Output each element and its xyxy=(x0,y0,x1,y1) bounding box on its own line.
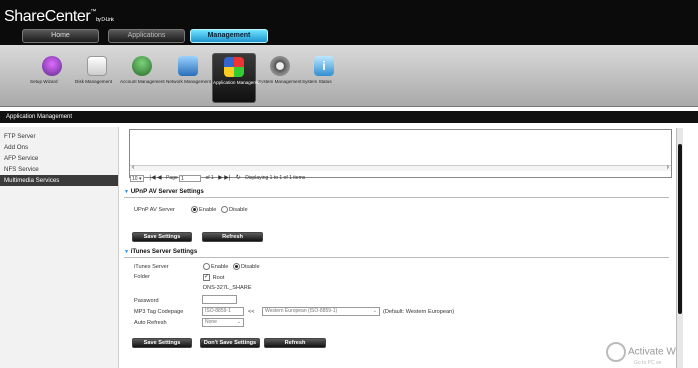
itunes-server-label: iTunes Server xyxy=(134,264,169,270)
upnp-enable-radio[interactable] xyxy=(191,206,198,213)
last-page-icon[interactable]: ▶| xyxy=(224,173,230,183)
key-icon xyxy=(606,342,626,362)
scroll-left-icon[interactable]: ‹ xyxy=(132,164,134,171)
scroll-right-icon[interactable]: › xyxy=(667,164,669,171)
mp3-codepage-label: MP3 Tag Codepage xyxy=(134,309,184,315)
nav-management-button[interactable]: Management xyxy=(190,29,268,43)
sidebar-item-add-ons[interactable]: Add Ons xyxy=(0,142,118,153)
itunes-refresh-button[interactable]: Refresh xyxy=(264,338,326,348)
itunes-password-label: Password xyxy=(134,298,159,304)
first-page-icon[interactable]: |◀ xyxy=(149,173,155,183)
itunes-disable-radio[interactable] xyxy=(232,263,240,270)
applications-icon xyxy=(224,57,244,77)
nav-home-button[interactable]: Home xyxy=(22,29,99,43)
table-pager: 10 ▾ |◀ ◀ Page 1 of 1 ▶ ▶| ↻ Displaying … xyxy=(130,173,306,183)
itunes-radio-group: Enable Disable xyxy=(203,263,263,270)
sidebar-item-afp-service[interactable]: AFP Service xyxy=(0,153,118,164)
setup-wizard-button[interactable]: Setup Wizard xyxy=(30,53,74,103)
horizontal-scrollbar[interactable]: ‹ › xyxy=(130,164,671,171)
section-title-bar: Application Management xyxy=(0,111,698,123)
itunes-section-header[interactable]: ▼ iTunes Server Settings xyxy=(124,247,197,256)
itunes-save-settings-button[interactable]: Save Settings xyxy=(132,338,192,348)
itunes-folder-root: ✓ Root xyxy=(203,274,225,281)
divider xyxy=(124,257,669,258)
prev-page-icon[interactable]: ◀ xyxy=(157,173,162,183)
mp3-codepage-arrow[interactable]: << xyxy=(248,309,255,315)
itunes-folder-label: Folder xyxy=(134,274,150,280)
system-management-button[interactable]: System Management xyxy=(258,53,302,103)
chevron-down-icon: ⌄ xyxy=(372,308,377,314)
upnp-section-header[interactable]: ▼ UPnP AV Server Settings xyxy=(124,187,204,196)
collapse-triangle-icon: ▼ xyxy=(124,249,129,255)
mp3-default-note: (Default: Western European) xyxy=(383,309,455,315)
auto-refresh-label: Auto Refresh xyxy=(134,320,167,326)
itunes-password-input[interactable] xyxy=(202,295,237,304)
scrollbar-thumb[interactable] xyxy=(678,144,682,314)
next-page-icon[interactable]: ▶ xyxy=(218,173,223,183)
collapse-triangle-icon: ▼ xyxy=(124,189,129,195)
page-number-input[interactable]: 1 xyxy=(179,174,202,182)
divider xyxy=(124,197,669,198)
sidebar-item-multimedia-services[interactable]: Multimedia Services xyxy=(0,175,118,186)
mp3-codepage-select[interactable]: Western European (ISO-8859-1) ⌄ xyxy=(262,307,380,316)
upnp-refresh-button[interactable]: Refresh xyxy=(202,232,263,242)
application-management-button[interactable]: Application Management xyxy=(212,53,264,103)
system-status-button[interactable]: i System Status xyxy=(302,53,346,103)
itunes-dont-save-settings-button[interactable]: Don't Save Settings xyxy=(200,338,260,348)
upnp-server-label: UPnP AV Server xyxy=(134,207,175,213)
disk-icon xyxy=(87,56,107,76)
top-header: ShareCenter™by D-Link Home Applications … xyxy=(0,0,698,45)
activate-windows-watermark: Activate W Go to PC se xyxy=(606,342,698,368)
network-management-button[interactable]: Network Management xyxy=(166,53,211,103)
gear-icon xyxy=(270,56,290,76)
vertical-scrollbar[interactable] xyxy=(676,128,683,368)
mp3-codepage-input[interactable]: ISO-8859-1 xyxy=(202,307,244,316)
upnp-disable-radio[interactable] xyxy=(220,206,228,213)
disk-management-button[interactable]: Disk Management xyxy=(75,53,119,103)
sidebar-item-nfs-service[interactable]: NFS Service xyxy=(0,164,118,175)
itunes-folder-path: DNS-327L_SHARE xyxy=(203,285,252,291)
sharecenter-logo: ShareCenter™by D-Link xyxy=(4,8,114,25)
info-icon: i xyxy=(314,56,334,76)
nav-applications-button[interactable]: Applications xyxy=(108,29,185,43)
refresh-icon[interactable]: ↻ xyxy=(236,173,241,183)
sidebar-item-ftp-server[interactable]: FTP Server xyxy=(0,131,118,142)
page-size-select[interactable]: 10 ▾ xyxy=(130,174,144,182)
auto-refresh-select[interactable]: None ⌄ xyxy=(202,318,244,327)
account-management-button[interactable]: Account Management xyxy=(120,53,165,103)
wizard-hat-icon xyxy=(42,56,62,76)
folder-root-checkbox[interactable]: ✓ xyxy=(203,274,210,281)
itunes-enable-radio[interactable] xyxy=(203,263,210,270)
users-icon xyxy=(132,56,152,76)
upnp-radio-group: Enable Disable xyxy=(191,206,251,213)
upnp-save-settings-button[interactable]: Save Settings xyxy=(132,232,192,242)
sidebar: FTP Server Add Ons AFP Service NFS Servi… xyxy=(0,127,119,368)
network-icon xyxy=(178,56,198,76)
multimedia-table: ‹ › xyxy=(129,129,672,178)
management-icon-bar: Setup Wizard Disk Management Account Man… xyxy=(0,45,698,107)
chevron-down-icon: ⌄ xyxy=(236,319,241,325)
